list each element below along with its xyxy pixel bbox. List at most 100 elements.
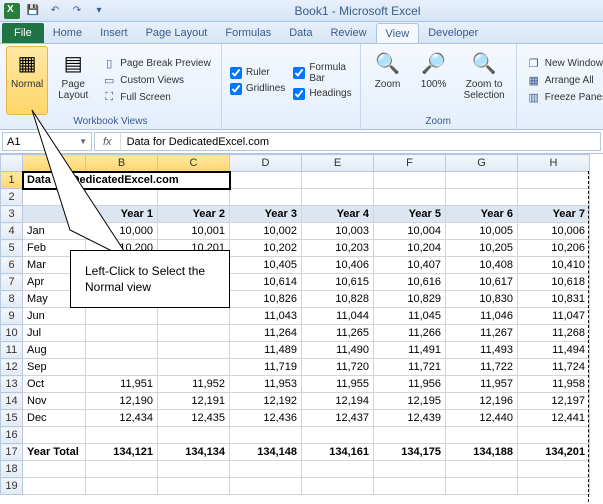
cell[interactable]: 10,829 (374, 291, 446, 308)
arrange-all-button[interactable]: ▦Arrange All (523, 73, 603, 89)
cell[interactable]: 134,175 (374, 444, 446, 461)
cell[interactable]: 12,190 (86, 393, 158, 410)
cell[interactable] (374, 478, 446, 495)
cell[interactable]: 134,121 (86, 444, 158, 461)
cell[interactable]: Sep (23, 359, 86, 376)
cell[interactable] (302, 478, 374, 495)
cell[interactable]: 12,197 (518, 393, 590, 410)
cell[interactable]: 11,720 (302, 359, 374, 376)
cell[interactable] (230, 172, 302, 189)
cell[interactable]: 134,201 (518, 444, 590, 461)
row-header[interactable]: 14 (1, 393, 23, 410)
cell[interactable]: 10,203 (302, 240, 374, 257)
cell[interactable] (23, 478, 86, 495)
cell[interactable]: 10,206 (518, 240, 590, 257)
cell[interactable] (158, 359, 230, 376)
cell[interactable]: 10,202 (230, 240, 302, 257)
cell[interactable]: 11,264 (230, 325, 302, 342)
cell[interactable] (518, 461, 590, 478)
cell[interactable] (302, 461, 374, 478)
cell[interactable]: 12,191 (158, 393, 230, 410)
freeze-panes-button[interactable]: ▥Freeze Panes▾ (523, 90, 603, 106)
cell[interactable]: 11,489 (230, 342, 302, 359)
cell[interactable]: 11,719 (230, 359, 302, 376)
cell[interactable]: 11,265 (302, 325, 374, 342)
row-header[interactable]: 15 (1, 410, 23, 427)
cell[interactable]: 134,188 (446, 444, 518, 461)
row-header[interactable]: 11 (1, 342, 23, 359)
tab-view[interactable]: View (376, 23, 420, 43)
cell[interactable]: 12,435 (158, 410, 230, 427)
cell[interactable]: 10,826 (230, 291, 302, 308)
cell[interactable] (302, 189, 374, 206)
cell[interactable]: 11,043 (230, 308, 302, 325)
cell[interactable]: 10,003 (302, 223, 374, 240)
cell[interactable] (518, 427, 590, 444)
zoom-100-button[interactable]: 🔎100% (413, 46, 455, 115)
cell[interactable] (23, 461, 86, 478)
col-header-G[interactable]: G (446, 155, 518, 172)
zoom-button[interactable]: 🔍Zoom (367, 46, 409, 115)
cell[interactable]: 11,952 (158, 376, 230, 393)
cell[interactable]: 12,194 (302, 393, 374, 410)
cell[interactable] (230, 189, 302, 206)
cell[interactable]: Aug (23, 342, 86, 359)
cell[interactable] (86, 325, 158, 342)
cell[interactable] (86, 461, 158, 478)
cell[interactable]: 10,406 (302, 257, 374, 274)
tab-formulas[interactable]: Formulas (216, 23, 280, 43)
cell[interactable]: 12,195 (374, 393, 446, 410)
cell[interactable] (86, 478, 158, 495)
cell[interactable] (158, 461, 230, 478)
cell[interactable]: 134,134 (158, 444, 230, 461)
cell[interactable]: 10,407 (374, 257, 446, 274)
cell[interactable] (446, 189, 518, 206)
cell[interactable]: 11,724 (518, 359, 590, 376)
cell[interactable]: 12,440 (446, 410, 518, 427)
cell[interactable] (446, 427, 518, 444)
cell[interactable] (23, 427, 86, 444)
cell[interactable]: 11,958 (518, 376, 590, 393)
cell[interactable]: Year 6 (446, 206, 518, 223)
cell[interactable]: Nov (23, 393, 86, 410)
cell[interactable] (374, 427, 446, 444)
row-header[interactable]: 10 (1, 325, 23, 342)
cell[interactable]: 12,437 (302, 410, 374, 427)
cell[interactable] (302, 427, 374, 444)
col-header-D[interactable]: D (230, 155, 302, 172)
cell[interactable]: 11,266 (374, 325, 446, 342)
row-header[interactable]: 17 (1, 444, 23, 461)
cell[interactable] (158, 427, 230, 444)
cell[interactable]: Year 5 (374, 206, 446, 223)
cell[interactable]: 11,046 (446, 308, 518, 325)
col-header-E[interactable]: E (302, 155, 374, 172)
tab-developer[interactable]: Developer (419, 23, 487, 43)
row-header[interactable]: 19 (1, 478, 23, 495)
cell[interactable]: 10,006 (518, 223, 590, 240)
cell[interactable]: 12,441 (518, 410, 590, 427)
cell[interactable]: 11,957 (446, 376, 518, 393)
row-header[interactable]: 13 (1, 376, 23, 393)
formula-bar-checkbox[interactable]: Formula Bar (291, 61, 353, 85)
cell[interactable]: 11,044 (302, 308, 374, 325)
col-header-F[interactable]: F (374, 155, 446, 172)
cell[interactable] (518, 172, 590, 189)
cell[interactable] (374, 172, 446, 189)
cell[interactable] (86, 359, 158, 376)
row-header[interactable]: 18 (1, 461, 23, 478)
cell[interactable]: 11,721 (374, 359, 446, 376)
cell[interactable]: 10,616 (374, 274, 446, 291)
cell[interactable]: Year Total (23, 444, 86, 461)
cell[interactable]: 11,956 (374, 376, 446, 393)
cell[interactable]: Jul (23, 325, 86, 342)
cell[interactable] (302, 172, 374, 189)
col-header-H[interactable]: H (518, 155, 590, 172)
cell[interactable]: 11,490 (302, 342, 374, 359)
cell[interactable] (230, 427, 302, 444)
cell[interactable] (230, 478, 302, 495)
cell[interactable] (158, 325, 230, 342)
cell[interactable]: 10,205 (446, 240, 518, 257)
cell[interactable]: 10,828 (302, 291, 374, 308)
cell[interactable]: 10,204 (374, 240, 446, 257)
cell[interactable]: 11,494 (518, 342, 590, 359)
